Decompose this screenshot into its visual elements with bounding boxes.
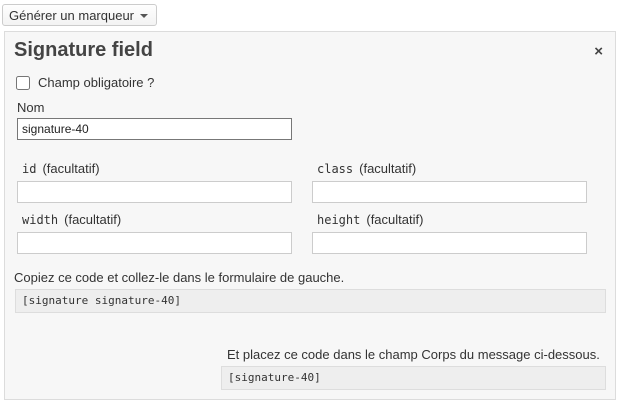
height-label: height (facultatif)	[317, 212, 423, 227]
id-input[interactable]	[17, 181, 292, 203]
class-note: (facultatif)	[359, 161, 417, 176]
class-input[interactable]	[312, 181, 587, 203]
mail-instruction: Et placez ce code dans le champ Corps du…	[227, 347, 600, 362]
generate-tag-label: Générer un marqueur	[9, 7, 135, 23]
panel-title: Signature field	[14, 39, 153, 61]
width-label: width (facultatif)	[22, 212, 121, 227]
width-code: width	[22, 213, 59, 227]
required-checkbox[interactable]	[16, 75, 30, 90]
width-input[interactable]	[17, 232, 292, 254]
class-code: class	[317, 162, 354, 176]
generate-tag-button[interactable]: Générer un marqueur	[2, 4, 158, 26]
height-code: height	[317, 213, 361, 227]
copy-instruction: Copiez ce code et collez-le dans le form…	[14, 270, 345, 285]
height-input[interactable]	[312, 232, 587, 254]
caret-down-icon	[140, 14, 149, 18]
name-input[interactable]	[17, 118, 292, 140]
required-option[interactable]: Champ obligatoire ?	[16, 75, 154, 90]
id-code: id	[22, 162, 37, 176]
height-note: (facultatif)	[366, 212, 424, 227]
id-note: (facultatif)	[42, 161, 100, 176]
id-label: id (facultatif)	[22, 161, 100, 176]
class-label: class (facultatif)	[317, 161, 416, 176]
close-icon[interactable]: ×	[594, 44, 603, 59]
tag-generator-panel: Signature field × Champ obligatoire ? No…	[4, 31, 616, 400]
mail-tag-code[interactable]: [signature-40]	[221, 366, 606, 390]
name-label: Nom	[17, 100, 45, 115]
width-note: (facultatif)	[64, 212, 122, 227]
form-tag-code[interactable]: [signature signature-40]	[15, 289, 606, 313]
required-label: Champ obligatoire ?	[38, 75, 155, 90]
